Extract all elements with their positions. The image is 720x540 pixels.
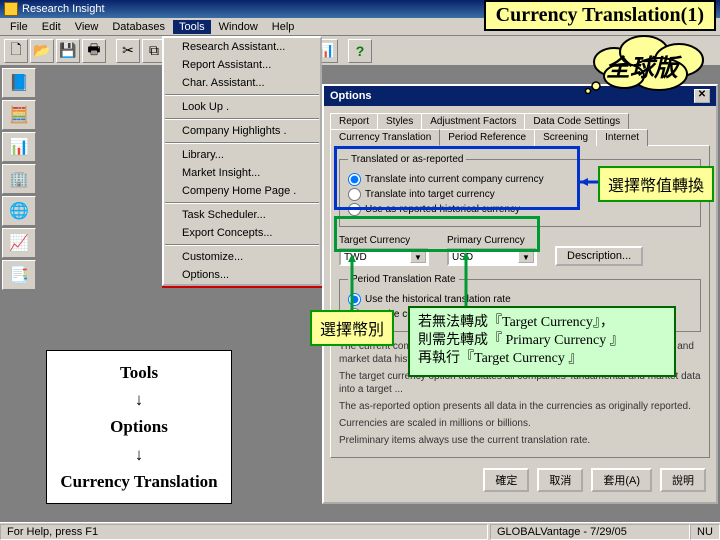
cloud-text: 全球版: [606, 48, 678, 83]
tool-palette: 📘 🧮 📊 🏢 🌐 📈 📑: [2, 68, 38, 290]
options-dialog: Options ✕ Report Styles Adjustment Facto…: [322, 84, 718, 504]
tab-report[interactable]: Report: [330, 113, 378, 129]
tb-new[interactable]: 🗋: [4, 39, 28, 63]
mi-options[interactable]: Options...: [164, 266, 320, 284]
app-icon: [4, 2, 18, 16]
menu-help[interactable]: Help: [266, 20, 301, 34]
tab-currency-translation[interactable]: Currency Translation: [330, 129, 440, 146]
mi-lookup[interactable]: Look Up .: [164, 98, 320, 116]
status-left: For Help, press F1: [0, 524, 488, 540]
mi-task-scheduler[interactable]: Task Scheduler...: [164, 206, 320, 224]
status-bar: For Help, press F1 GLOBALVantage - 7/29/…: [0, 522, 720, 540]
tools-dropdown[interactable]: Research Assistant... Report Assistant..…: [162, 36, 322, 286]
cloud-callout: 全球版: [584, 34, 714, 94]
slide-title: Currency Translation(1): [484, 0, 716, 31]
mi-market-insight[interactable]: Market Insight...: [164, 164, 320, 182]
pal-3[interactable]: 📊: [2, 132, 36, 162]
desc-text-3: The as-reported option presents all data…: [339, 400, 701, 413]
tab-data-code[interactable]: Data Code Settings: [524, 113, 629, 129]
menu-view[interactable]: View: [69, 20, 105, 34]
mi-research-assistant[interactable]: Research Assistant...: [164, 38, 320, 56]
navigation-path: Tools ↓ Options ↓ Currency Translation: [46, 350, 232, 504]
help-button[interactable]: 說明: [660, 468, 706, 492]
menu-databases[interactable]: Databases: [106, 20, 171, 34]
desc-text-4: Currencies are scaled in millions or bil…: [339, 417, 701, 430]
app-title: Research Insight: [22, 3, 105, 15]
menu-window[interactable]: Window: [213, 20, 264, 34]
pal-7[interactable]: 📑: [2, 260, 36, 290]
mi-company-home[interactable]: Compeny Home Page .: [164, 182, 320, 200]
mi-customize[interactable]: Customize...: [164, 248, 320, 266]
primary-label: Primary Currency: [447, 235, 537, 246]
status-right: GLOBALVantage - 7/29/05: [490, 524, 690, 540]
hint-primary-target: 若無法轉成『Target Currency』， 則需先轉成『 Primary C…: [408, 306, 676, 377]
tb-open[interactable]: 📂: [30, 39, 54, 63]
ok-button[interactable]: 確定: [483, 468, 529, 492]
group-translated-legend: Translated or as-reported: [348, 154, 466, 165]
desc-text-5: Preliminary items always use the current…: [339, 434, 701, 447]
mi-report-assistant[interactable]: Report Assistant...: [164, 56, 320, 74]
tb-help[interactable]: ?: [348, 39, 372, 63]
tab-internet[interactable]: Internet: [596, 129, 648, 146]
apply-button[interactable]: 套用(A): [591, 468, 652, 492]
radio-as-reported[interactable]: Use as-reported historical currency: [348, 203, 692, 216]
dialog-title: Options: [330, 90, 372, 102]
tabs: Report Styles Adjustment Factors Data Co…: [330, 112, 710, 145]
callout-currency: 選擇幣別: [310, 310, 394, 346]
tab-adjustment[interactable]: Adjustment Factors: [421, 113, 525, 129]
pal-2[interactable]: 🧮: [2, 100, 36, 130]
tb-print[interactable]: 🖶: [82, 39, 106, 63]
pal-5[interactable]: 🌐: [2, 196, 36, 226]
mi-export-concepts[interactable]: Export Concepts...: [164, 224, 320, 242]
mi-char-assistant[interactable]: Char. Assistant...: [164, 74, 320, 92]
mi-company-highlights[interactable]: Company Highlights .: [164, 122, 320, 140]
target-label: Target Currency: [339, 235, 429, 246]
tab-styles[interactable]: Styles: [377, 113, 422, 129]
tab-screening[interactable]: Screening: [534, 129, 597, 146]
pal-4[interactable]: 🏢: [2, 164, 36, 194]
status-extra: NU: [690, 524, 720, 540]
radio-historical-rate[interactable]: Use the historical translation rate: [348, 293, 692, 306]
menu-tools[interactable]: Tools: [173, 20, 211, 34]
menu-file[interactable]: File: [4, 20, 34, 34]
group-period-legend: Period Translation Rate: [348, 274, 459, 285]
menu-edit[interactable]: Edit: [36, 20, 67, 34]
pal-6[interactable]: 📈: [2, 228, 36, 258]
cancel-button[interactable]: 取消: [537, 468, 583, 492]
mi-library[interactable]: Library...: [164, 146, 320, 164]
pal-1[interactable]: 📘: [2, 68, 36, 98]
tab-period-ref[interactable]: Period Reference: [439, 129, 535, 146]
tb-cut[interactable]: ✂: [116, 39, 140, 63]
description-button[interactable]: Description...: [555, 246, 643, 266]
callout-translation: 選擇幣值轉換: [598, 166, 714, 202]
tb-save[interactable]: 💾: [56, 39, 80, 63]
